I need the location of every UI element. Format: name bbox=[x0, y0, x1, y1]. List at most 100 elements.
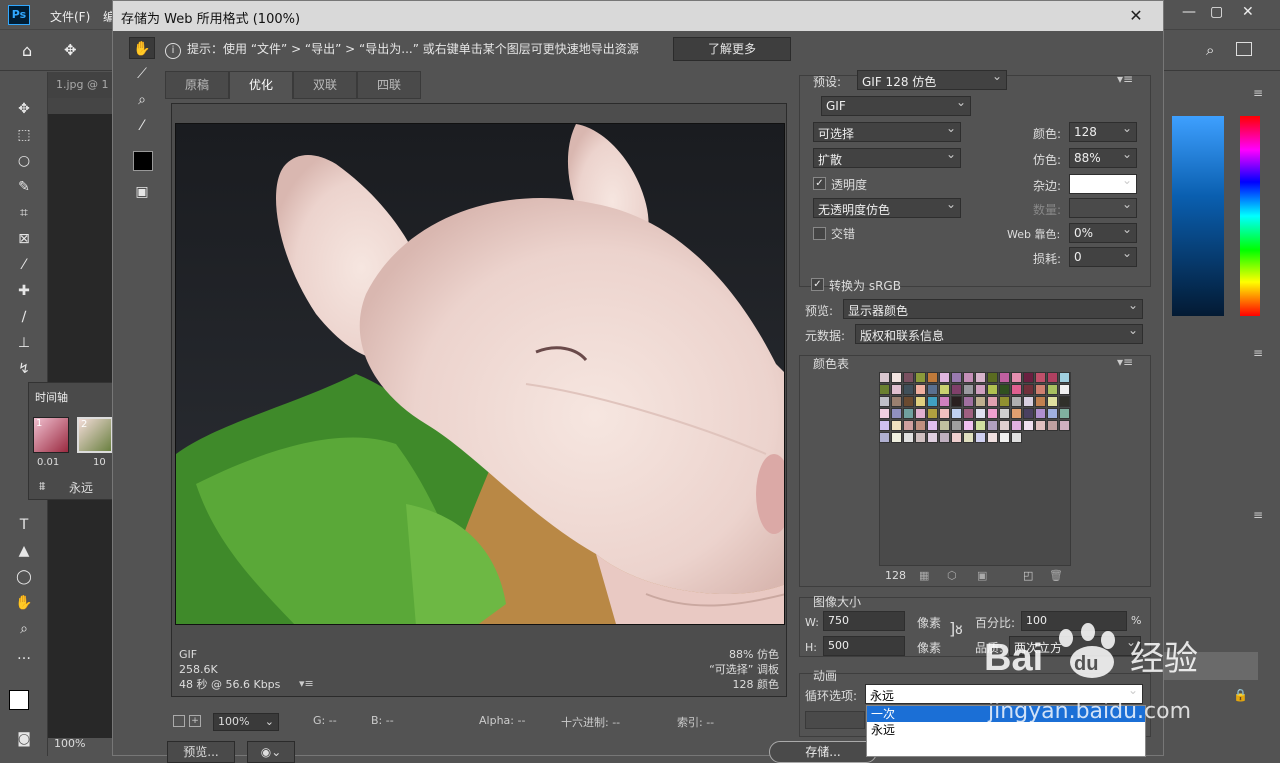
color-swatch[interactable] bbox=[1035, 420, 1046, 431]
color-swatch[interactable] bbox=[963, 432, 974, 443]
delete-color-icon[interactable]: 🗑 bbox=[1049, 569, 1063, 582]
frame-1-delay[interactable]: 0.01 bbox=[37, 457, 59, 468]
color-swatch[interactable] bbox=[975, 432, 986, 443]
color-swatch[interactable] bbox=[963, 420, 974, 431]
height-input[interactable]: 500 bbox=[823, 636, 905, 656]
hand-icon[interactable]: ✋ bbox=[129, 37, 155, 59]
color-swatch[interactable] bbox=[951, 432, 962, 443]
timeline-frame-2[interactable]: 2 bbox=[77, 417, 113, 453]
color-swatch[interactable] bbox=[939, 408, 950, 419]
color-swatch[interactable] bbox=[963, 372, 974, 383]
color-swatch[interactable] bbox=[999, 396, 1010, 407]
path-select-icon[interactable]: ▲ bbox=[12, 540, 36, 562]
color-swatch[interactable] bbox=[1023, 372, 1034, 383]
colors-select[interactable]: 128 bbox=[1069, 121, 1137, 142]
color-swatch[interactable] bbox=[1011, 420, 1022, 431]
color-swatch[interactable] bbox=[891, 432, 902, 443]
amount-select[interactable] bbox=[1069, 197, 1137, 218]
browser-preview-icon[interactable]: ◉⌄ bbox=[247, 741, 295, 763]
color-swatch[interactable] bbox=[951, 384, 962, 395]
color-picker-field[interactable] bbox=[1172, 116, 1224, 316]
learn-more-button[interactable]: 了解更多 bbox=[673, 37, 791, 61]
zoom-select[interactable]: 100% ⌄ bbox=[213, 713, 279, 731]
color-swatch[interactable] bbox=[903, 408, 914, 419]
color-swatch[interactable] bbox=[987, 396, 998, 407]
color-swatch[interactable] bbox=[939, 420, 950, 431]
lossy-select[interactable]: 0 bbox=[1069, 246, 1137, 267]
color-swatch[interactable] bbox=[879, 432, 890, 443]
color-swatch[interactable] bbox=[903, 420, 914, 431]
brush-icon[interactable]: ∕ bbox=[12, 306, 36, 328]
interlace-checkbox[interactable] bbox=[813, 227, 826, 240]
frame-2-delay[interactable]: 10 bbox=[93, 457, 106, 468]
color-swatch[interactable] bbox=[987, 384, 998, 395]
preset-select[interactable]: GIF 128 仿色 bbox=[857, 69, 1007, 90]
search-icon[interactable]: ⌕ bbox=[1206, 41, 1214, 59]
color-swatch[interactable] bbox=[1011, 408, 1022, 419]
color-swatch[interactable] bbox=[915, 420, 926, 431]
tab-optimized[interactable]: 优化 bbox=[229, 71, 293, 99]
color-swatch[interactable] bbox=[939, 396, 950, 407]
document-tab[interactable]: 1.jpg @ 1 bbox=[48, 72, 120, 98]
color-swatch[interactable] bbox=[987, 408, 998, 419]
download-speed-menu-icon[interactable]: ▾≡ bbox=[299, 677, 314, 690]
color-swatch[interactable] bbox=[915, 396, 926, 407]
tab-2up[interactable]: 双联 bbox=[293, 71, 357, 99]
home-icon[interactable]: ⌂ bbox=[22, 41, 32, 60]
width-input[interactable]: 750 bbox=[823, 611, 905, 631]
color-swatch[interactable] bbox=[999, 384, 1010, 395]
color-swatch[interactable] bbox=[1059, 408, 1070, 419]
color-swatch[interactable] bbox=[1023, 408, 1034, 419]
color-swatch[interactable] bbox=[891, 384, 902, 395]
color-swatch[interactable] bbox=[891, 420, 902, 431]
window-controls[interactable]: — ▢ ✕ bbox=[1166, 4, 1266, 26]
optimize-menu-icon[interactable]: ▾≡ bbox=[1117, 72, 1133, 86]
color-swatch[interactable] bbox=[951, 396, 962, 407]
hue-slider[interactable] bbox=[1240, 116, 1260, 316]
color-swatch[interactable] bbox=[1059, 396, 1070, 407]
frame-icon[interactable]: ⊠ bbox=[12, 228, 36, 250]
color-swatch[interactable] bbox=[975, 384, 986, 395]
color-swatch[interactable] bbox=[975, 372, 986, 383]
zoom-in-icon[interactable]: + bbox=[189, 715, 201, 727]
color-swatch[interactable] bbox=[891, 408, 902, 419]
color-swatch[interactable] bbox=[1011, 372, 1022, 383]
format-select[interactable]: GIF bbox=[821, 95, 971, 116]
color-table-swatches[interactable] bbox=[879, 372, 1071, 472]
crop-icon[interactable]: ⌗ bbox=[12, 202, 36, 224]
color-swatch[interactable] bbox=[999, 408, 1010, 419]
color-swatch[interactable] bbox=[1023, 384, 1034, 395]
color-swatch[interactable] bbox=[915, 384, 926, 395]
color-swatch[interactable] bbox=[951, 372, 962, 383]
color-swatch[interactable] bbox=[1059, 372, 1070, 383]
hand-icon[interactable]: ✋ bbox=[12, 592, 36, 614]
color-swatch[interactable] bbox=[915, 372, 926, 383]
color-swatch[interactable] bbox=[951, 420, 962, 431]
optimized-preview-image[interactable] bbox=[175, 123, 785, 625]
color-swatch[interactable] bbox=[999, 372, 1010, 383]
color-swatch[interactable] bbox=[987, 432, 998, 443]
healing-icon[interactable]: ✚ bbox=[12, 280, 36, 302]
zoom-icon[interactable]: ⌕ bbox=[129, 89, 155, 111]
color-swatch[interactable] bbox=[1023, 420, 1034, 431]
stamp-icon[interactable]: ⊥ bbox=[12, 332, 36, 354]
color-swatch[interactable] bbox=[903, 432, 914, 443]
color-swatch[interactable] bbox=[927, 372, 938, 383]
transparency-checkbox[interactable]: ✓ bbox=[813, 177, 826, 190]
zoom-out-icon[interactable] bbox=[173, 715, 185, 727]
dither-algorithm-select[interactable]: 扩散 bbox=[813, 147, 961, 168]
marquee-icon[interactable]: ⬚ bbox=[12, 124, 36, 146]
color-swatch[interactable] bbox=[891, 396, 902, 407]
more-tools-icon[interactable]: … bbox=[12, 644, 36, 666]
move-icon[interactable]: ✥ bbox=[12, 98, 36, 120]
color-swatch[interactable] bbox=[939, 372, 950, 383]
color-swatch[interactable] bbox=[1047, 420, 1058, 431]
close-window-icon[interactable]: ✕ bbox=[1242, 4, 1254, 20]
workspace-icon[interactable] bbox=[1236, 42, 1252, 56]
color-swatch[interactable] bbox=[1011, 384, 1022, 395]
color-swatch[interactable] bbox=[987, 420, 998, 431]
color-swatch[interactable] bbox=[903, 384, 914, 395]
color-swatch[interactable] bbox=[879, 408, 890, 419]
color-table-menu-icon[interactable]: ▾≡ bbox=[1117, 355, 1133, 369]
color-swatch[interactable] bbox=[1035, 396, 1046, 407]
